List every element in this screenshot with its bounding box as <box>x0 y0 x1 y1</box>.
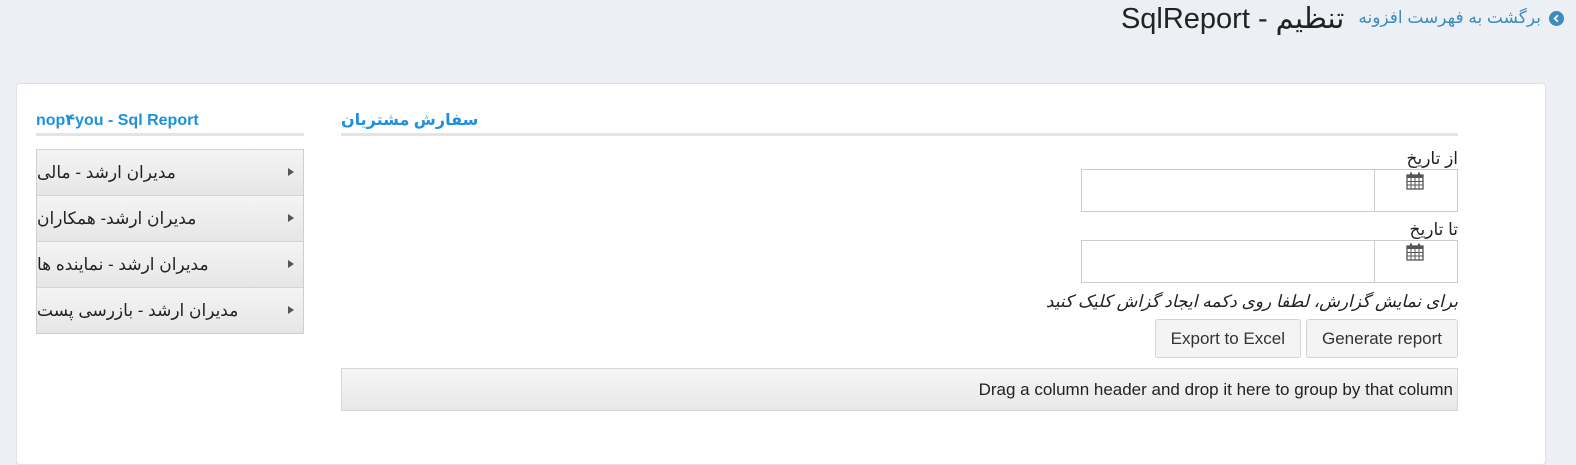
sidebar-title: nop۴you - Sql Report <box>36 110 304 136</box>
from-date-input[interactable] <box>1082 170 1374 211</box>
calendar-icon <box>1406 243 1424 266</box>
to-date-calendar-button[interactable] <box>1374 241 1457 282</box>
to-date-input[interactable] <box>1082 241 1374 282</box>
sidebar-item-post-audit[interactable]: مدیران ارشد - بازرسی پست <box>37 287 303 333</box>
export-excel-button[interactable]: Export to Excel <box>1154 319 1301 358</box>
grid-group-panel[interactable]: Drag a column header and drop it here to… <box>341 368 1458 411</box>
arrow-left-circle-icon <box>1549 10 1564 26</box>
action-buttons: Export to Excel Generate report <box>341 319 1458 358</box>
group-panel-hint: Drag a column header and drop it here to… <box>978 379 1453 399</box>
to-date-label: تا تاریخ <box>1409 220 1458 239</box>
arrow-right-icon <box>288 260 294 268</box>
arrow-right-icon <box>288 214 294 222</box>
sidebar-item-label: مدیران ارشد - بازرسی پست <box>37 300 239 320</box>
sidebar-item-representatives[interactable]: مدیران ارشد - نماینده ها <box>37 241 303 287</box>
to-date-picker <box>1081 240 1458 283</box>
page-header: تنظیم - SqlReport برگشت به فهرست افزونه <box>1121 0 1564 36</box>
sidebar-item-label: مدیران ارشد - نماینده ها <box>37 254 209 274</box>
calendar-icon <box>1406 172 1424 195</box>
report-sidebar: nop۴you - Sql Report مدیران ارشد - مالی … <box>36 110 304 334</box>
report-main: سفارش مشتریان از تاریخ تا تاریخ برای نما… <box>341 110 1458 411</box>
report-list: مدیران ارشد - مالی مدیران ارشد- همکاران … <box>36 149 304 334</box>
arrow-right-icon <box>288 168 294 176</box>
sidebar-item-label: مدیران ارشد - مالی <box>37 162 176 182</box>
report-hint: برای نمایش گزارش، لطفا روی دکمه ایجاد گز… <box>1045 292 1458 311</box>
back-to-plugins-link[interactable]: برگشت به فهرست افزونه <box>1358 8 1564 28</box>
back-link-label: برگشت به فهرست افزونه <box>1358 8 1541 27</box>
content-panel: nop۴you - Sql Report مدیران ارشد - مالی … <box>16 83 1546 465</box>
from-date-picker <box>1081 169 1458 212</box>
from-date-calendar-button[interactable] <box>1374 170 1457 211</box>
arrow-right-icon <box>288 306 294 314</box>
sidebar-item-colleagues[interactable]: مدیران ارشد- همکاران <box>37 195 303 241</box>
generate-report-button[interactable]: Generate report <box>1305 319 1458 358</box>
sidebar-item-label: مدیران ارشد- همکاران <box>37 208 197 228</box>
page-title: تنظیم - SqlReport <box>1120 2 1345 35</box>
sidebar-item-finance[interactable]: مدیران ارشد - مالی <box>37 150 303 195</box>
from-date-label: از تاریخ <box>1406 149 1458 168</box>
section-title: سفارش مشتریان <box>341 110 1458 136</box>
